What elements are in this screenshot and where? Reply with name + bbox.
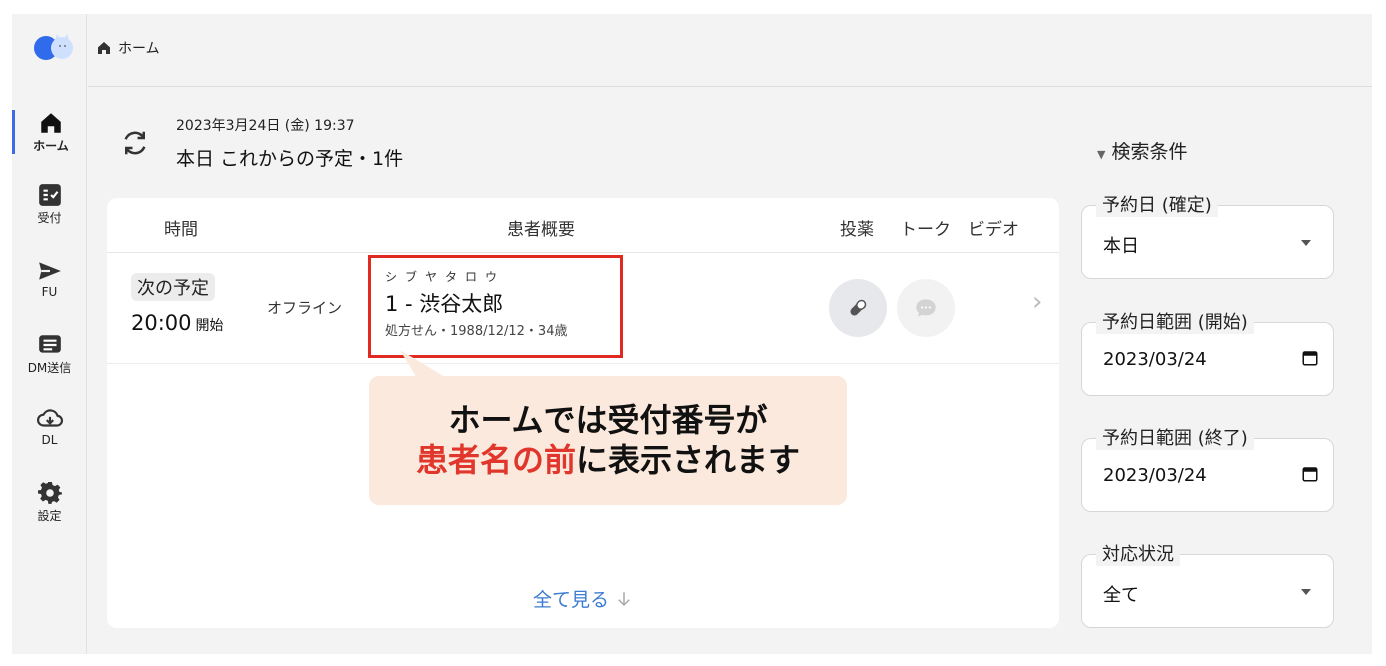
chat-bubble-icon [916, 299, 936, 317]
arrow-down-icon [618, 592, 630, 607]
home-icon [98, 42, 110, 54]
see-all-link[interactable]: 全て見る [107, 585, 1059, 612]
home-icon [41, 113, 61, 133]
calendar-icon[interactable] [1301, 349, 1319, 367]
range-end-date-input[interactable]: 予約日範囲 (終了) 2023/03/24 [1081, 424, 1334, 512]
sidebar-item-label: 設定 [37, 509, 62, 523]
sidebar-item-fu[interactable]: FU [12, 258, 87, 299]
callout-line-2-rest: に表示されます [576, 441, 801, 479]
send-icon [38, 262, 61, 280]
field-label: 予約日範囲 (開始) [1096, 308, 1254, 334]
callout-line-1: ホームでは受付番号が [448, 401, 768, 439]
dropdown-caret-icon [1301, 589, 1311, 595]
medication-button[interactable] [829, 279, 887, 337]
patient-name: 1 - 渋谷太郎 [385, 292, 504, 316]
pill-icon [850, 299, 867, 316]
sidebar-item-label: ホーム [33, 139, 69, 153]
sidebar-item-reception[interactable]: 受付 [12, 182, 87, 226]
sidebar: ホーム 受付 FU DM送信 DL 設定 [12, 14, 87, 654]
callout-line-2: 患者名の前に表示されます [369, 440, 847, 480]
refresh-icon[interactable] [120, 128, 150, 158]
column-header-video: ビデオ [968, 220, 1019, 240]
current-datetime: 2023年3月24日 (金) 19:37 [176, 118, 355, 134]
field-value: 全て [1103, 585, 1139, 606]
column-header-time: 時間 [164, 220, 198, 240]
appointment-time: 20:00 開始 [131, 311, 224, 335]
calendar-icon[interactable] [1301, 465, 1319, 483]
range-start-date-input[interactable]: 予約日範囲 (開始) 2023/03/24 [1081, 308, 1334, 396]
time-suffix: 開始 [195, 318, 224, 334]
talk-button[interactable] [897, 279, 955, 337]
breadcrumb-label: ホーム [118, 41, 160, 57]
dropdown-caret-icon [1301, 240, 1311, 246]
field-label: 対応状況 [1096, 540, 1180, 566]
message-list-icon [38, 335, 61, 353]
sidebar-item-dm[interactable]: DM送信 [12, 332, 87, 376]
sidebar-item-dl[interactable]: DL [12, 406, 87, 447]
column-header-patient: 患者概要 [507, 220, 575, 240]
cloud-download-icon [36, 409, 63, 427]
filter-toggle-label: 検索条件 [1111, 141, 1188, 163]
sidebar-item-label: 受付 [37, 211, 62, 225]
gear-icon [37, 481, 62, 504]
field-value: 2023/03/24 [1103, 349, 1207, 370]
annotation-callout: ホームでは受付番号が 患者名の前に表示されます [369, 376, 847, 505]
top-bar: ホーム [88, 14, 1372, 87]
field-label: 予約日 (確定) [1096, 191, 1218, 217]
app-logo [34, 34, 73, 60]
see-all-label: 全て見る [532, 589, 609, 611]
patient-meta: 処方せん・1988/12/12・34歳 [385, 324, 568, 339]
sidebar-item-label: DL [41, 433, 58, 447]
column-header-talk: トーク [900, 220, 951, 240]
field-value: 2023/03/24 [1103, 465, 1207, 486]
chevron-right-icon[interactable]: › [1032, 287, 1042, 317]
column-header-medication: 投薬 [840, 220, 874, 240]
reservation-date-select[interactable]: 予約日 (確定) 本日 [1081, 191, 1334, 279]
app-frame: ホーム 受付 FU DM送信 DL 設定 ホーム 2023年3月24日 (金) … [12, 14, 1372, 654]
schedule-title: 本日 これからの予定・1件 [176, 148, 404, 170]
consultation-mode: オフライン [267, 299, 343, 317]
sidebar-item-label: DM送信 [27, 361, 72, 375]
patient-kana: シブヤタロウ [385, 270, 506, 284]
field-label: 予約日範囲 (終了) [1096, 424, 1254, 450]
sidebar-item-settings[interactable]: 設定 [12, 480, 87, 524]
callout-emphasis: 患者名の前 [415, 441, 576, 479]
breadcrumb[interactable]: ホーム [96, 38, 160, 58]
caret-down-icon: ▼ [1097, 148, 1106, 161]
table-header: 時間 患者概要 投薬 トーク ビデオ [107, 198, 1059, 253]
checklist-icon [38, 184, 61, 206]
status-select[interactable]: 対応状況 全て [1081, 540, 1334, 628]
field-value: 本日 [1103, 236, 1139, 257]
sidebar-item-label: FU [41, 285, 58, 299]
time-value: 20:00 [131, 311, 192, 335]
sidebar-item-home[interactable]: ホーム [12, 110, 87, 154]
next-appointment-badge: 次の予定 [131, 273, 215, 301]
filter-toggle[interactable]: ▼ 検索条件 [1097, 137, 1187, 164]
table-row[interactable]: 次の予定 20:00 開始 オフライン シブヤタロウ 1 - 渋谷太郎 処方せん・… [107, 253, 1059, 364]
